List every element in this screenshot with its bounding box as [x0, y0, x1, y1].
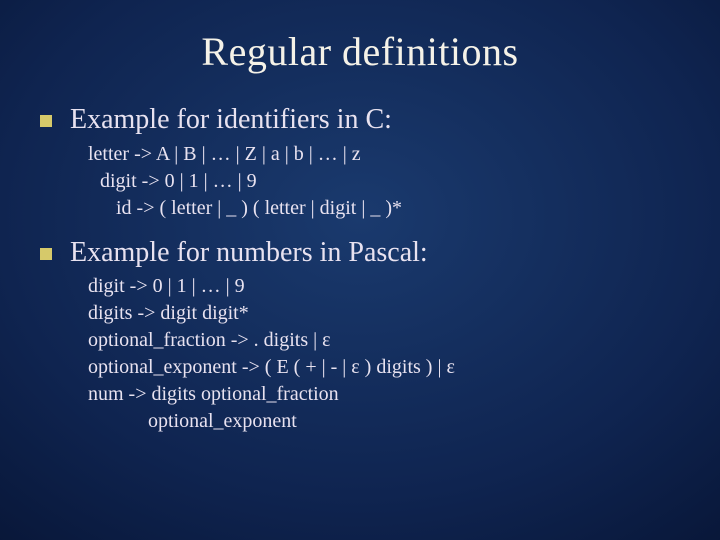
definition-block: letter -> A | B | … | Z | a | b | … | z …	[88, 141, 680, 222]
bullet-square-icon	[40, 115, 52, 127]
definition-line: digit -> 0 | 1 | … | 9	[88, 168, 680, 195]
definition-line: optional_fraction -> . digits | ε	[88, 327, 680, 354]
definition-line: optional_exponent	[88, 408, 680, 435]
section-heading: Example for numbers in Pascal:	[70, 236, 428, 270]
definition-line: digits -> digit digit*	[88, 300, 680, 327]
slide: Regular definitions Example for identifi…	[0, 0, 720, 540]
section-heading: Example for identifiers in C:	[70, 103, 392, 137]
bullet-square-icon	[40, 248, 52, 260]
definition-line: id -> ( letter | _ ) ( letter | digit | …	[88, 195, 680, 222]
definition-block: digit -> 0 | 1 | … | 9 digits -> digit d…	[88, 273, 680, 435]
definition-line: digit -> 0 | 1 | … | 9	[88, 273, 680, 300]
bullet-item: Example for numbers in Pascal:	[40, 236, 680, 270]
definition-line: num -> digits optional_fraction	[88, 381, 680, 408]
bullet-item: Example for identifiers in C:	[40, 103, 680, 137]
page-title: Regular definitions	[40, 28, 680, 75]
definition-line: letter -> A | B | … | Z | a | b | … | z	[88, 141, 680, 168]
definition-line: optional_exponent -> ( E ( + | - | ε ) d…	[88, 354, 680, 381]
